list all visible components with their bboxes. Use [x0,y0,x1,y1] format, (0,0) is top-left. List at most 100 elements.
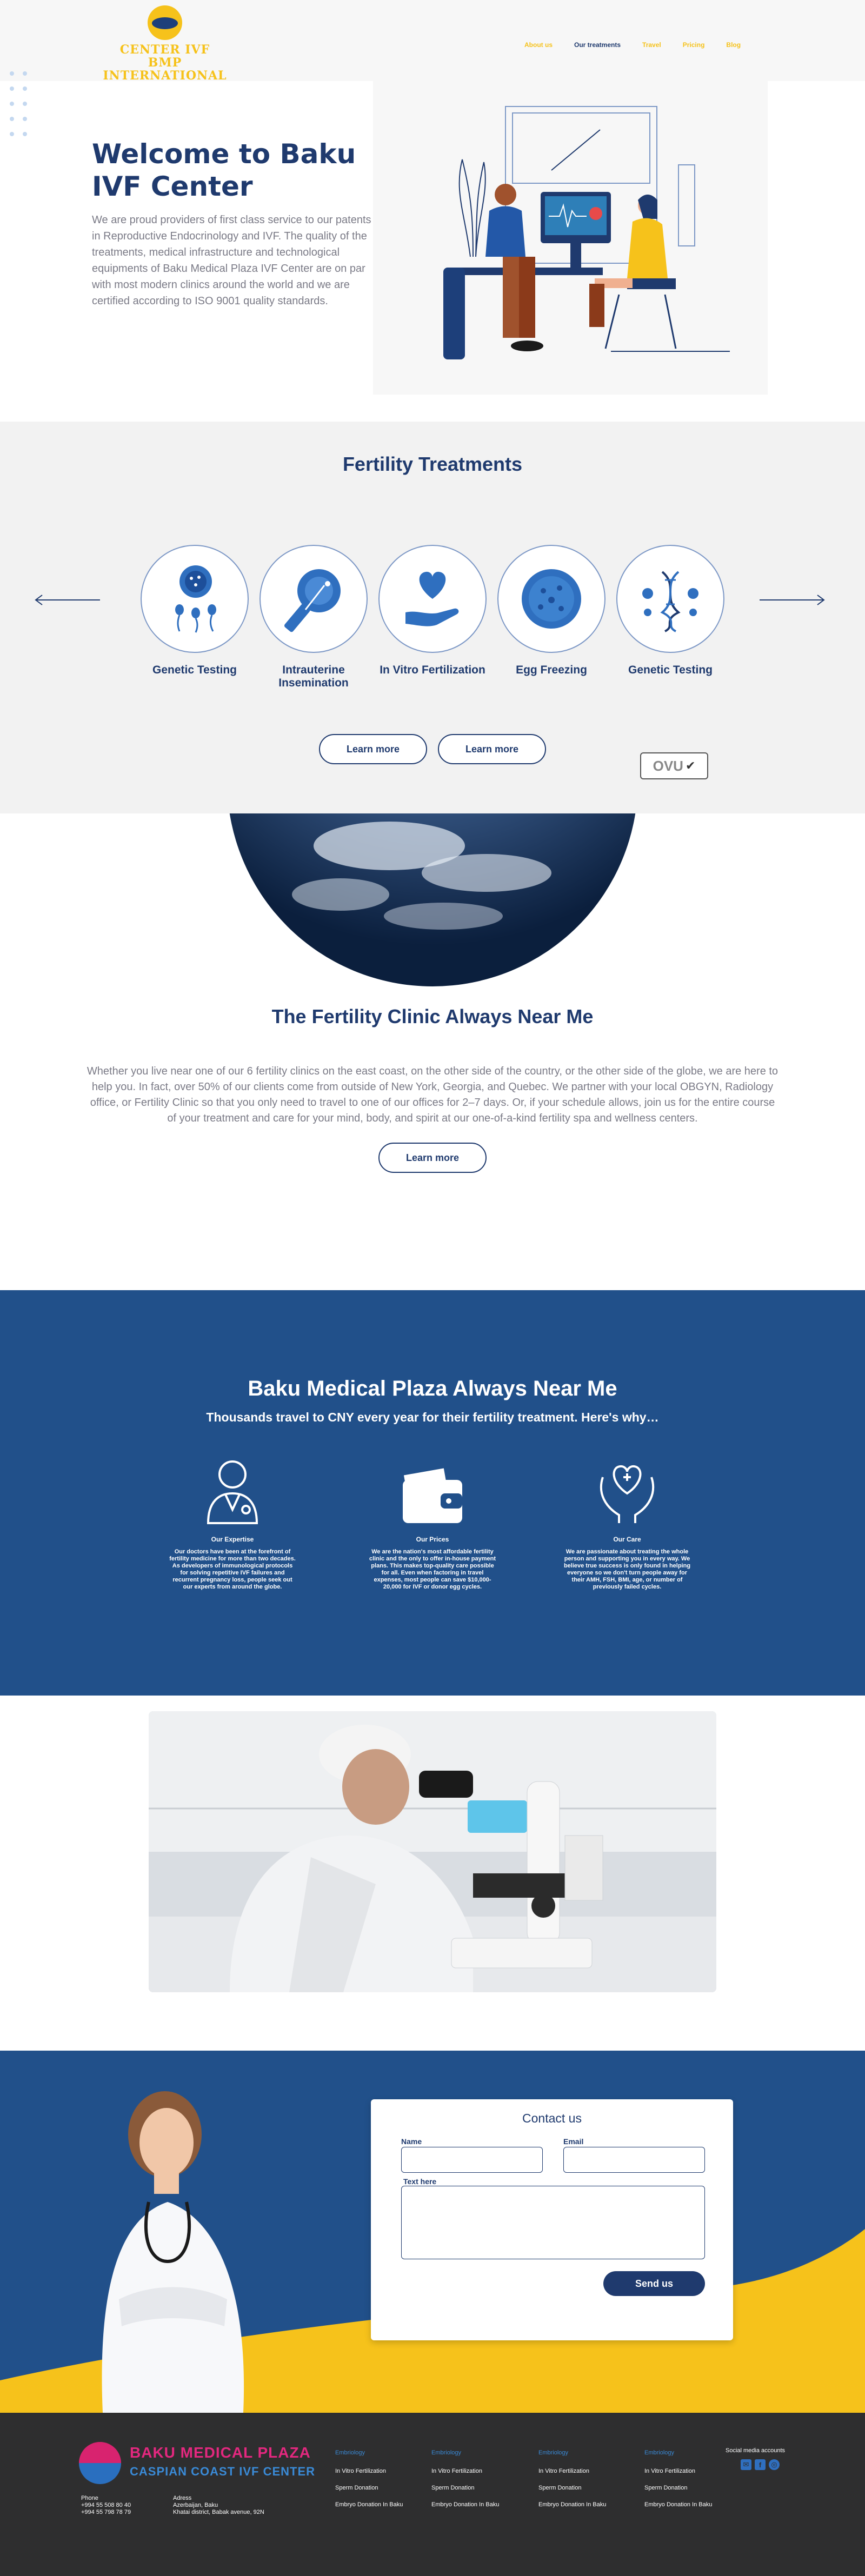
footer-link[interactable]: Sperm Donation [644,2485,742,2491]
footer-link[interactable]: Sperm Donation [431,2485,529,2491]
carousel-prev-arrow-icon[interactable] [32,592,103,608]
doctor-photo [86,2083,260,2413]
plaza-column-title: Our Care [613,1536,641,1543]
caring-hands-icon [562,1456,692,1526]
footer-phone: Phone +994 55 508 80 40 +994 55 798 78 7… [81,2495,131,2516]
footer-link[interactable]: In Vitro Fertilization [431,2468,529,2474]
footer-link[interactable]: In Vitro Fertilization [644,2468,742,2474]
footer-column-1: Embriology In Vitro Fertilization Sperm … [335,2450,432,2518]
main-nav: About us Our treatments Travel Pricing B… [514,41,751,49]
lab-photo [149,1711,716,1992]
email-input[interactable] [563,2147,705,2173]
logo-mark-icon [148,5,182,40]
plaza-column-expertise: Our Expertise Our doctors have been at t… [168,1456,297,1591]
social-title: Social media accounts [726,2447,786,2454]
contact-section: Contact us Name Email Text here Send us [0,2051,865,2413]
send-button[interactable]: Send us [603,2271,705,2296]
footer-logo-icon [79,2442,121,2484]
treatments-section: Fertility Treatments Genetic Testing Int… [0,422,865,813]
plaza-column-care: Our Care We are passionate about treatin… [562,1456,692,1591]
nav-about[interactable]: About us [514,41,563,49]
footer-brand-subtitle: CASPIAN COAST IVF CENTER [130,2465,316,2478]
wallet-icon [368,1456,497,1526]
hero-text: We are proud providers of first class se… [92,214,371,307]
address-label: Adress [173,2495,192,2501]
clinic-learn-more-button[interactable]: Learn more [378,1143,487,1173]
phone-1[interactable]: +994 55 508 80 40 [81,2502,131,2509]
footer-link[interactable]: In Vitro Fertilization [335,2468,432,2474]
treatment-circle [260,545,368,653]
treatment-card-genetic-testing[interactable]: Genetic Testing [141,545,249,677]
carousel-next-arrow-icon[interactable] [757,592,827,608]
treatment-circle [141,545,249,653]
plaza-column-text: We are passionate about treating the who… [563,1549,691,1590]
footer-link[interactable]: Embryo Donation In Baku [644,2501,742,2508]
treatment-label: Genetic Testing [152,664,237,676]
logo-line1: CENTER IVF [119,43,210,57]
instagram-icon[interactable]: ◎ [769,2459,780,2470]
treatment-circle [616,545,724,653]
treatment-card-genetic-testing-2[interactable]: Genetic Testing [616,545,724,677]
learn-more-button-2[interactable]: Learn more [438,734,546,764]
treatment-label: In Vitro Fertilization [380,664,485,676]
footer-link[interactable]: Embryo Donation In Baku [538,2501,636,2508]
plaza-column-text: We are the nation's most affordable fert… [369,1549,496,1590]
insemination-icon [284,569,341,632]
doctor-icon [168,1456,297,1526]
plaza-subtitle: Thousands travel to CNY every year for t… [206,1410,659,1424]
treatment-card-intrauterine-insemination[interactable]: Intrauterine Insemination [260,545,368,690]
footer-address: Adress Azerbaijan, Baku Khatai district,… [173,2495,264,2516]
footer-column-head: Embriology [538,2450,569,2456]
earth-image [162,813,703,986]
treatment-label: Genetic Testing [628,664,713,676]
plaza-column-text: Our doctors have been at the forefront o… [169,1549,296,1590]
ovu-badge: OVU ✔ [640,752,708,779]
treatment-label: Egg Freezing [516,664,587,676]
treatment-card-ivf[interactable]: In Vitro Fertilization [378,545,487,677]
check-icon: ✔ [685,759,696,772]
nav-blog[interactable]: Blog [715,41,751,49]
page: CENTER IVF BMP INTERNATIONAL About us Ou… [0,0,865,2576]
decorative-dots [10,71,37,136]
clinic-text: Whether you live near one of our 6 ferti… [86,1065,778,1124]
contact-title: Contact us [522,2111,582,2125]
footer-link[interactable]: In Vitro Fertilization [538,2468,636,2474]
site-logo[interactable]: CENTER IVF BMP INTERNATIONAL [97,5,232,82]
phone-label: Phone [81,2495,98,2501]
footer-link[interactable]: Embryo Donation In Baku [431,2501,529,2508]
treatment-label: Intrauterine Insemination [278,664,349,689]
footer-brand-title: BAKU MEDICAL PLAZA [130,2444,311,2461]
hero-illustration [373,78,768,395]
phone-2[interactable]: +994 55 798 78 79 [81,2509,131,2516]
footer-column-head: Embriology [335,2450,365,2456]
treatment-card-egg-freezing[interactable]: Egg Freezing [497,545,606,677]
egg-cell-icon [522,569,581,629]
footer-link[interactable]: Sperm Donation [538,2485,636,2491]
social-icons: ✉ f ◎ [741,2459,780,2470]
footer-column-2: Embriology In Vitro Fertilization Sperm … [431,2450,529,2518]
email-icon[interactable]: ✉ [741,2459,751,2470]
address-line-1: Azerbaijan, Baku [173,2502,218,2508]
plaza-title: Baku Medical Plaza Always Near Me [248,1377,617,1400]
footer-link[interactable]: Embryo Donation In Baku [335,2501,432,2508]
name-input[interactable] [401,2147,543,2173]
facebook-icon[interactable]: f [755,2459,766,2470]
plaza-column-prices: Our Prices We are the nation's most affo… [368,1456,497,1591]
address-line-2: Khatai district, Babak avenue, 92N [173,2509,264,2515]
logo-line2: BMP INTERNATIONAL [103,56,227,83]
treatments-title: Fertility Treatments [342,453,523,475]
learn-more-button-1[interactable]: Learn more [319,734,427,764]
medical-plaza-section: Baku Medical Plaza Always Near Me Thousa… [0,1290,865,1696]
message-textarea[interactable] [401,2186,705,2259]
name-label: Name [401,2137,422,2146]
dna-icon [642,571,698,632]
site-header: CENTER IVF BMP INTERNATIONAL About us Ou… [0,0,865,82]
footer-column-3: Embriology In Vitro Fertilization Sperm … [538,2450,636,2518]
nav-travel[interactable]: Travel [631,41,672,49]
footer-link[interactable]: Sperm Donation [335,2485,432,2491]
nav-treatments[interactable]: Our treatments [563,41,631,49]
footer-column-4: Embriology In Vitro Fertilization Sperm … [644,2450,742,2518]
nav-pricing[interactable]: Pricing [672,41,716,49]
plaza-column-title: Our Expertise [211,1536,254,1543]
hero-title: Welcome to Baku IVF Center [92,138,356,202]
